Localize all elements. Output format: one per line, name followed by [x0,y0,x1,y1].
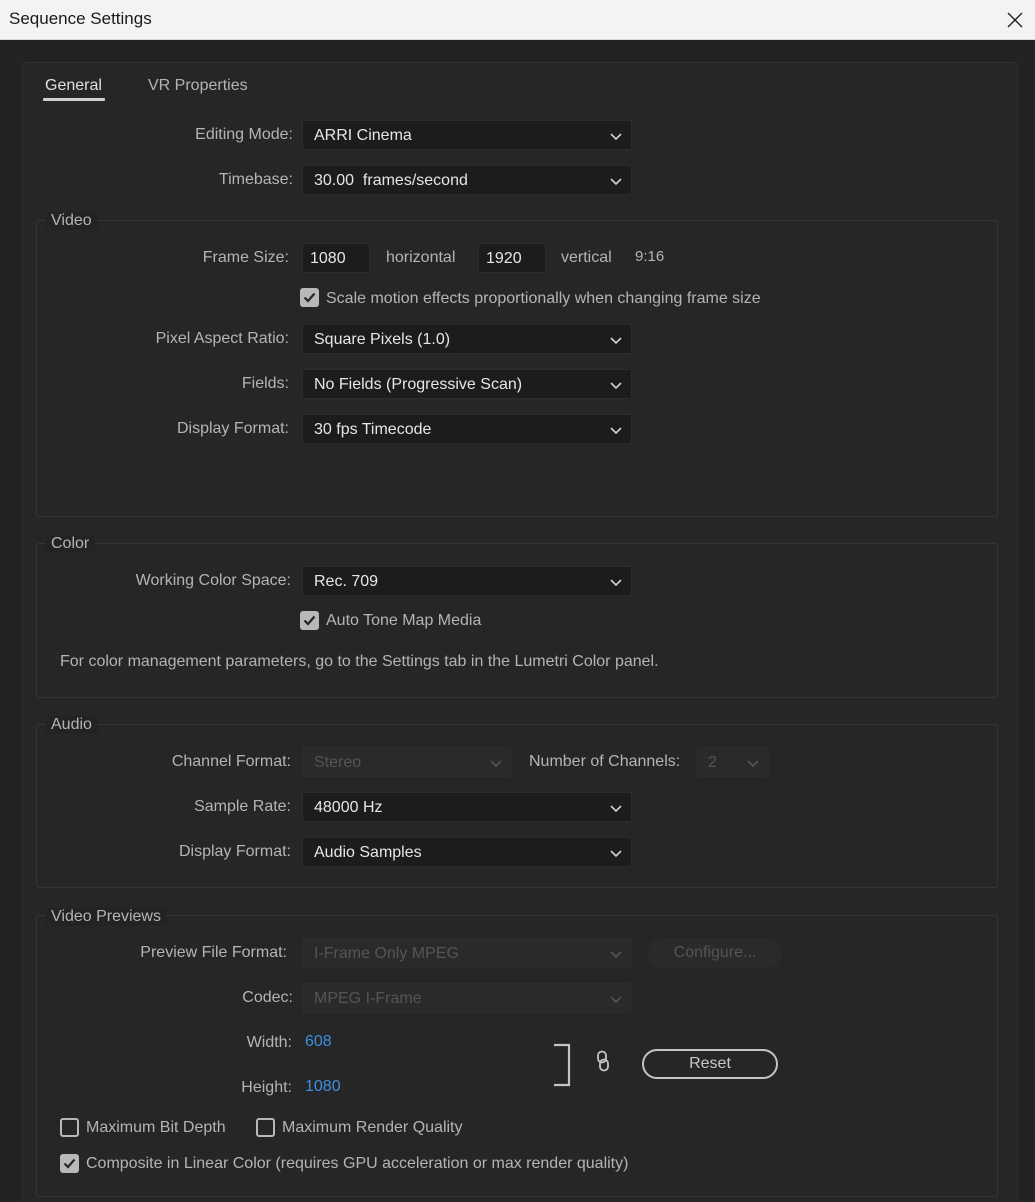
audio-display-format-dropdown[interactable]: Audio Samples [302,837,632,867]
max-bit-depth-label: Maximum Bit Depth [86,1119,226,1136]
chevron-down-icon [610,850,622,858]
chevron-down-icon [610,133,622,141]
chevron-down-icon [610,579,622,587]
chevron-down-icon [610,337,622,345]
timebase-label: Timebase: [218,171,293,188]
audio-display-format-value: Audio Samples [314,844,422,861]
fields-label: Fields: [241,375,289,392]
auto-tone-map-label: Auto Tone Map Media [326,612,482,629]
working-color-space-label: Working Color Space: [135,572,291,589]
chevron-down-icon [610,805,622,813]
tab-vr-properties[interactable]: VR Properties [148,77,248,95]
fields-dropdown[interactable]: No Fields (Progressive Scan) [302,369,632,399]
chevron-down-icon [610,382,622,390]
max-render-quality-label: Maximum Render Quality [282,1119,463,1136]
vertical-label: vertical [561,249,612,266]
pixel-aspect-ratio-label: Pixel Aspect Ratio: [155,330,289,347]
composite-linear-checkbox[interactable] [60,1154,79,1173]
composite-linear-label: Composite in Linear Color (requires GPU … [86,1155,629,1172]
number-of-channels-label: Number of Channels: [529,753,681,770]
number-of-channels-dropdown[interactable]: 2 [696,747,769,777]
video-display-format-label: Display Format: [176,420,289,437]
checkmark-icon [63,1158,76,1169]
auto-tone-map-checkbox[interactable] [300,611,319,630]
color-section-title: Color [45,535,96,553]
audio-display-format-label: Display Format: [178,843,291,860]
timebase-dropdown[interactable]: 30.00 frames/second [302,165,632,195]
frame-width-input[interactable]: 1080 [302,243,370,273]
channel-format-value: Stereo [314,754,362,771]
scale-motion-label: Scale motion effects proportionally when… [326,290,761,307]
preview-height-value[interactable]: 1080 [305,1078,341,1096]
fields-value: No Fields (Progressive Scan) [314,376,523,393]
number-of-channels-value: 2 [708,754,717,771]
dialog-body: General VR Properties Editing Mode: ARRI… [0,40,1035,1202]
channel-format-dropdown[interactable]: Stereo [302,747,512,777]
sample-rate-dropdown[interactable]: 48000 Hz [302,792,632,822]
scale-motion-checkbox[interactable] [300,288,319,307]
video-section-title: Video [45,212,98,230]
aspect-bracket-icon [554,1043,571,1087]
aspect-ratio-text: 9:16 [635,248,665,265]
editing-mode-dropdown[interactable]: ARRI Cinema [302,120,632,150]
tab-active-indicator [43,98,105,101]
frame-width-value: 1080 [310,250,346,267]
max-render-quality-checkbox[interactable] [256,1118,275,1137]
pixel-aspect-ratio-dropdown[interactable]: Square Pixels (1.0) [302,324,632,354]
pixel-aspect-ratio-value: Square Pixels (1.0) [314,331,451,348]
reset-button[interactable]: Reset [642,1049,778,1079]
timebase-value: 30.00 frames/second [314,172,468,189]
video-display-format-value: 30 fps Timecode [314,421,432,438]
frame-height-input[interactable]: 1920 [478,243,546,273]
chevron-down-icon [610,996,622,1004]
checkmark-icon [303,615,316,626]
channel-format-label: Channel Format: [171,753,291,770]
sample-rate-label: Sample Rate: [194,798,291,815]
chevron-down-icon [747,760,759,768]
configure-button[interactable]: Configure... [648,938,782,968]
frame-height-value: 1920 [486,250,522,267]
preview-width-value[interactable]: 608 [305,1033,332,1051]
codec-value: MPEG I-Frame [314,990,422,1007]
chevron-down-icon [610,951,622,959]
tab-general[interactable]: General [45,77,102,95]
color-management-note: For color management parameters, go to t… [60,653,659,670]
window-title: Sequence Settings [9,9,152,28]
working-color-space-dropdown[interactable]: Rec. 709 [302,566,632,596]
sample-rate-value: 48000 Hz [314,799,383,816]
close-icon [1007,12,1023,28]
max-bit-depth-checkbox[interactable] [60,1118,79,1137]
video-previews-section-title: Video Previews [45,908,167,926]
horizontal-label: horizontal [386,249,456,266]
title-bar: Sequence Settings [0,0,1035,40]
chevron-down-icon [610,427,622,435]
working-color-space-value: Rec. 709 [314,573,379,590]
link-icon[interactable] [595,1050,611,1072]
preview-height-label: Height: [241,1079,292,1096]
codec-dropdown[interactable]: MPEG I-Frame [302,983,632,1013]
video-display-format-dropdown[interactable]: 30 fps Timecode [302,414,632,444]
codec-label: Codec: [242,989,293,1006]
editing-mode-value: ARRI Cinema [314,127,412,144]
frame-size-label: Frame Size: [202,249,289,266]
preview-file-format-dropdown[interactable]: I-Frame Only MPEG [302,938,632,968]
editing-mode-label: Editing Mode: [195,126,293,143]
audio-section-title: Audio [45,716,98,734]
checkmark-icon [303,292,316,303]
close-button[interactable] [995,0,1035,40]
chevron-down-icon [490,760,502,768]
preview-width-label: Width: [246,1034,292,1051]
preview-file-format-value: I-Frame Only MPEG [314,945,459,962]
chevron-down-icon [610,178,622,186]
preview-file-format-label: Preview File Format: [140,944,287,961]
